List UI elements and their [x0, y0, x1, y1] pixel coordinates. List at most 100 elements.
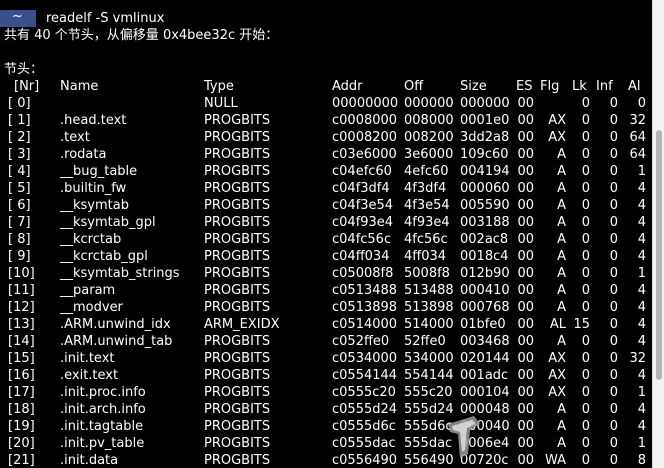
cell-flg: AX [548, 385, 566, 400]
cell-size: 000410 [460, 283, 510, 298]
cell-name: .rodata [60, 147, 107, 162]
cell-addr: c04fc56c [332, 232, 392, 247]
vertical-scrollbar[interactable] [652, 0, 664, 468]
header-inf: Inf [596, 79, 613, 94]
cell-nr: [10] [8, 266, 35, 281]
header-nr: [Nr] [14, 79, 40, 94]
cell-addr: c052ffe0 [332, 334, 390, 349]
cell-es: 00 [517, 147, 534, 162]
cell-flg: A [557, 232, 566, 247]
cell-flg: A [557, 198, 566, 213]
table-row: [ 5] .builtin_fw PROGBITS c04f3df4 4f3df4 000… [0, 180, 652, 197]
cell-off: 554144 [404, 368, 454, 383]
table-row: [12] __modver PROGBITS c0513898 513898 000768… [0, 299, 652, 316]
table-row: [13] .ARM.unwind_idx ARM_EXIDX c0514000 5140… [0, 316, 652, 333]
cell-es: 00 [517, 266, 534, 281]
summary-line: 共有 40 个节头，从偏移量 0x4bee32c 开始： [4, 28, 279, 43]
cell-al: 4 [637, 317, 646, 332]
cell-nr: [11] [8, 283, 35, 298]
mouse-pointer-icon [448, 416, 480, 458]
cell-nr: [15] [8, 351, 35, 366]
cell-type: PROGBITS [204, 385, 271, 400]
cell-nr: [14] [8, 334, 35, 349]
cell-addr: c03e6000 [332, 147, 397, 162]
cell-inf: 0 [609, 351, 618, 366]
cell-inf: 0 [609, 96, 618, 111]
cell-type: PROGBITS [204, 300, 271, 315]
cell-lk: 0 [581, 283, 590, 298]
cell-type: PROGBITS [204, 181, 271, 196]
cell-off: 000000 [404, 96, 454, 111]
table-row: [19] .init.tagtable PROGBITS c0555d6c 555d6c… [0, 418, 652, 435]
cell-flg: AX [548, 113, 566, 128]
cell-size: 3dd2a8 [460, 130, 510, 145]
cell-al: 1 [637, 266, 646, 281]
table-row: [18] .init.arch.info PROGBITS c0555d24 555d2… [0, 401, 652, 418]
cell-flg: A [557, 283, 566, 298]
cell-name: .exit.text [60, 368, 119, 383]
cell-name: .builtin_fw [60, 181, 127, 196]
cell-flg: WA [544, 453, 566, 468]
cell-es: 00 [517, 300, 534, 315]
cell-lk: 0 [581, 368, 590, 383]
cell-nr: [ 7] [8, 215, 31, 230]
cell-name: __ksymtab_strings [60, 266, 180, 281]
cell-flg: A [557, 334, 566, 349]
cell-inf: 0 [609, 283, 618, 298]
table-row: [14] .ARM.unwind_tab PROGBITS c052ffe0 52ffe… [0, 333, 652, 350]
cell-es: 00 [517, 453, 534, 468]
cell-type: PROGBITS [204, 147, 271, 162]
cell-es: 00 [517, 215, 534, 230]
cell-addr: c0513488 [332, 283, 398, 298]
cell-es: 00 [517, 130, 534, 145]
table-row: [ 3] .rodata PROGBITS c03e6000 3e6000 109c60 0… [0, 146, 652, 163]
cell-flg: A [557, 402, 566, 417]
cell-off: 534000 [404, 351, 454, 366]
cell-flg: AL [549, 317, 566, 332]
terminal-window[interactable]: ~ readelf -S vmlinux 共有 40 个节头，从偏移量 0x4b… [0, 0, 652, 468]
cell-es: 00 [517, 351, 534, 366]
cell-lk: 0 [581, 419, 590, 434]
cell-addr: c0555dac [332, 436, 396, 451]
cell-type: PROGBITS [204, 436, 271, 451]
scrollbar-thumb[interactable] [656, 130, 662, 380]
cell-name: .head.text [60, 113, 127, 128]
cell-name: .init.pv_table [60, 436, 145, 451]
cell-al: 64 [629, 130, 646, 145]
cell-flg: A [557, 147, 566, 162]
cell-type: PROGBITS [204, 283, 271, 298]
table-row: [ 6] __ksymtab PROGBITS c04f3e54 4f3e54 00559… [0, 197, 652, 214]
header-lk: Lk [572, 79, 587, 94]
cell-inf: 0 [609, 300, 618, 315]
cell-addr: 00000000 [332, 96, 399, 111]
cell-name: .init.arch.info [60, 402, 146, 417]
cell-flg: AX [548, 130, 566, 145]
cell-flg: A [557, 164, 566, 179]
cell-al: 4 [637, 300, 646, 315]
cell-al: 32 [629, 351, 646, 366]
cell-es: 00 [517, 419, 534, 434]
cell-lk: 0 [581, 300, 590, 315]
cell-inf: 0 [609, 164, 618, 179]
cell-flg: A [557, 419, 566, 434]
table-row: [ 2] .text PROGBITS c0008200 008200 3dd2a8 00 A… [0, 129, 652, 146]
cell-size: 003188 [460, 215, 510, 230]
cell-type: PROGBITS [204, 419, 271, 434]
cell-inf: 0 [609, 436, 618, 451]
cell-lk: 0 [581, 249, 590, 264]
cell-addr: c0008000 [332, 113, 398, 128]
cell-type: PROGBITS [204, 334, 271, 349]
cell-name: .init.tagtable [60, 419, 144, 434]
cell-name: __modver [60, 300, 123, 315]
cell-type: ARM_EXIDX [204, 317, 280, 332]
cell-al: 4 [637, 402, 646, 417]
cell-size: 0018c4 [460, 249, 509, 264]
cell-es: 00 [517, 283, 534, 298]
cell-off: 4ff034 [404, 249, 447, 264]
cell-addr: c04ff034 [332, 249, 390, 264]
cell-lk: 0 [581, 436, 590, 451]
cell-lk: 0 [581, 266, 590, 281]
cell-lk: 0 [581, 351, 590, 366]
cell-type: PROGBITS [204, 198, 271, 213]
cell-inf: 0 [609, 147, 618, 162]
